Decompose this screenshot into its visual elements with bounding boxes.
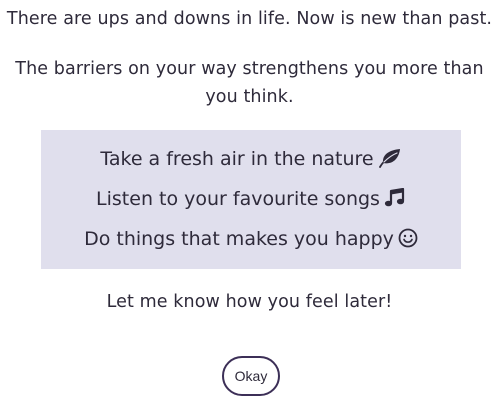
closing-text: Let me know how you feel later! bbox=[106, 292, 393, 312]
tip-item-happy: Do things that makes you happy bbox=[41, 225, 461, 256]
tip-text: Do things that makes you happy bbox=[84, 228, 394, 250]
tip-item-nature: Take a fresh air in the nature bbox=[41, 145, 461, 176]
tip-text: Listen to your favourite songs bbox=[96, 188, 380, 210]
tip-item-songs: Listen to your favourite songs bbox=[41, 185, 461, 216]
music-note-icon bbox=[384, 187, 406, 216]
okay-button[interactable]: Okay bbox=[222, 356, 280, 396]
barriers-text: The barriers on your way strengthens you… bbox=[15, 59, 484, 107]
tip-text: Take a fresh air in the nature bbox=[100, 148, 374, 170]
smiley-icon bbox=[398, 228, 418, 256]
tips-box: Take a fresh air in the nature Listen to… bbox=[41, 130, 461, 269]
intro-text: There are ups and downs in life. Now is … bbox=[6, 9, 493, 29]
leaf-icon bbox=[378, 148, 402, 176]
